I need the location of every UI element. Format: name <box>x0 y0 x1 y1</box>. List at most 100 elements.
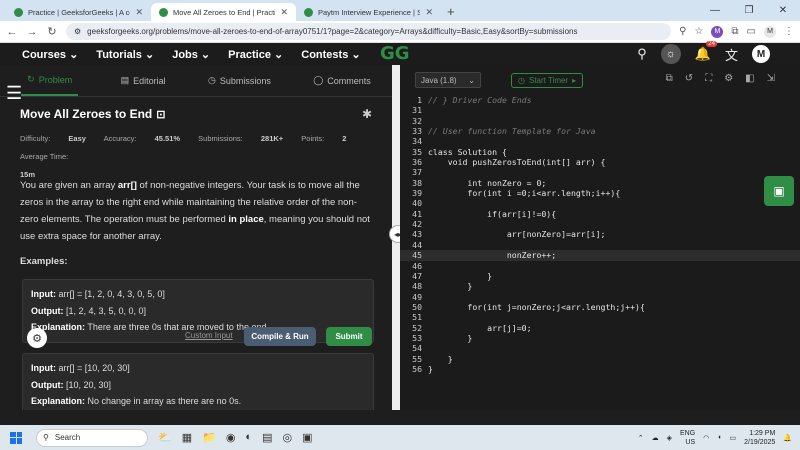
volume-icon[interactable]: ◖ <box>717 434 721 441</box>
code-line[interactable]: 33 // User function Template for Java <box>400 126 800 136</box>
profile-avatar[interactable]: M <box>764 25 776 38</box>
bookmark-icon[interactable]: ⊡ <box>156 108 165 121</box>
nav-courses[interactable]: Courses ⌄ <box>22 48 78 61</box>
search-icon[interactable]: ⚲ <box>637 46 647 62</box>
code-line[interactable]: 54 <box>400 343 800 353</box>
code-line[interactable]: 1 // } Driver Code Ends <box>400 95 800 105</box>
code-line[interactable]: 52 arr[j]=0; <box>400 323 800 333</box>
menu-kebab-icon[interactable]: ⋮ <box>784 26 794 37</box>
app-icon[interactable]: ▣ <box>302 431 312 444</box>
settings-icon[interactable]: ⚙ <box>724 73 733 84</box>
meet-icon[interactable]: ◉ <box>226 431 236 444</box>
code-line[interactable]: 46 <box>400 261 800 271</box>
code-line[interactable]: 38 int nonZero = 0; <box>400 178 800 188</box>
close-tab-icon[interactable]: ✕ <box>280 7 288 18</box>
code-line[interactable]: 44 <box>400 240 800 250</box>
restore-button[interactable]: ❐ <box>732 5 766 16</box>
code-line[interactable]: 31 <box>400 105 800 115</box>
code-line[interactable]: 42 <box>400 219 800 229</box>
start-timer-button[interactable]: ◷ Start Timer ▸ <box>511 72 584 88</box>
code-line[interactable]: 55 } <box>400 354 800 364</box>
nav-jobs[interactable]: Jobs ⌄ <box>172 48 210 61</box>
code-line[interactable]: 48 } <box>400 281 800 291</box>
app-tray-icon[interactable]: ◈ <box>667 434 672 442</box>
copy-icon[interactable]: ⧉ <box>666 73 673 84</box>
code-line[interactable]: 49 <box>400 292 800 302</box>
gfg-logo[interactable]: GG <box>380 43 410 64</box>
task-view-icon[interactable]: ▦ <box>182 431 192 444</box>
nav-practice[interactable]: Practice ⌄ <box>228 48 283 61</box>
cloud-icon[interactable]: ☁ <box>652 434 659 442</box>
bookmark-star-icon[interactable]: ☆ <box>694 26 703 37</box>
zoom-icon[interactable]: ⚲ <box>679 26 686 37</box>
close-tab-icon[interactable]: ✕ <box>135 7 143 18</box>
close-window-button[interactable]: ✕ <box>766 5 800 16</box>
code-area[interactable]: 1 // } Driver Code Ends 31 32 33 // User func… <box>400 95 800 374</box>
custom-input-link[interactable]: Custom Input <box>185 331 233 340</box>
editor-settings-icon[interactable]: ⚙ <box>27 328 47 348</box>
code-line[interactable]: 32 <box>400 116 800 126</box>
report-bug-icon[interactable]: ✱ <box>362 107 372 121</box>
code-line[interactable]: 45 nonZero++; <box>400 250 800 261</box>
chat-icon[interactable]: ▣ <box>764 176 794 206</box>
expand-icon[interactable]: ⇲ <box>767 73 775 84</box>
user-avatar[interactable]: M <box>752 45 770 63</box>
chrome-icon[interactable]: ◎ <box>282 431 292 444</box>
tab-submissions[interactable]: ◷ Submissions <box>208 75 271 86</box>
tray-chevron-icon[interactable]: ⌃ <box>638 434 644 442</box>
tab-comments[interactable]: ◯ Comments <box>313 75 371 86</box>
code-line[interactable]: 40 <box>400 198 800 208</box>
store-icon[interactable]: ▤ <box>262 431 272 444</box>
compare-icon[interactable]: ◧ <box>745 73 754 84</box>
code-line[interactable]: 47 } <box>400 271 800 281</box>
compile-run-button[interactable]: Compile & Run <box>244 327 316 346</box>
code-line[interactable]: 53 } <box>400 333 800 343</box>
minimize-button[interactable]: — <box>698 5 732 16</box>
close-tab-icon[interactable]: ✕ <box>425 7 433 18</box>
new-tab-button[interactable]: + <box>447 4 455 19</box>
wifi-icon[interactable]: ◠ <box>703 434 709 442</box>
reset-icon[interactable]: ↺ <box>685 73 693 84</box>
language-select[interactable]: Java (1.8) ⌄ <box>415 72 481 88</box>
fullscreen-icon[interactable]: ⛶ <box>705 73 712 84</box>
language-indicator[interactable]: ENG US <box>680 429 695 447</box>
windows-start-icon[interactable] <box>10 431 22 444</box>
back-arrow-icon[interactable]: ← <box>6 26 18 38</box>
nav-tutorials[interactable]: Tutorials ⌄ <box>96 48 154 61</box>
nav-contests[interactable]: Contests ⌄ <box>301 48 360 61</box>
tab-problem[interactable]: ↻ Problem <box>21 65 79 96</box>
submit-button[interactable]: Submit <box>326 327 372 346</box>
code-line[interactable]: 51 <box>400 312 800 322</box>
code-line[interactable]: 50 for(int j=nonZero;j<arr.length;j++){ <box>400 302 800 312</box>
clock[interactable]: 1:29 PM 2/19/2025 <box>744 429 775 447</box>
hamburger-menu-icon[interactable]: ☰ <box>6 83 22 104</box>
browser-tab-active[interactable]: Move All Zeroes to End | Practic ✕ <box>151 3 296 21</box>
sidepanel-icon[interactable]: ▭ <box>747 26 756 37</box>
code-line[interactable]: 36 void pushZerosToEnd(int[] arr) { <box>400 157 800 167</box>
theme-toggle-icon[interactable]: ☼ <box>660 44 681 64</box>
notification-bell-icon[interactable]: 🔔 24 <box>695 41 717 62</box>
extension-avatar[interactable]: M <box>711 25 724 38</box>
edge-icon[interactable]: ◐ <box>245 431 252 444</box>
code-line[interactable]: 56} <box>400 364 800 374</box>
forward-arrow-icon[interactable]: → <box>26 26 38 38</box>
tab-editorial[interactable]: ▤ Editorial <box>121 75 166 86</box>
code-line[interactable]: 43 arr[nonZero]=arr[i]; <box>400 229 800 239</box>
reload-icon[interactable]: ↻ <box>46 25 58 38</box>
widgets-icon[interactable]: ⛅ <box>158 431 172 444</box>
code-line[interactable]: 37 <box>400 167 800 177</box>
browser-tab[interactable]: Practice | GeeksforGeeks | A co ✕ <box>6 3 151 21</box>
battery-icon[interactable]: ▭ <box>730 434 737 442</box>
code-line[interactable]: 41 if(arr[i]!=0){ <box>400 209 800 219</box>
code-line[interactable]: 39 for(int i =0;i<arr.length;i++){ <box>400 188 800 198</box>
site-info-icon[interactable]: ⚙ <box>74 27 81 36</box>
notifications-icon[interactable]: 🔔 <box>783 434 792 442</box>
code-line[interactable]: 35 class Solution { <box>400 147 800 157</box>
extensions-icon[interactable]: ⧉ <box>731 26 738 37</box>
translate-icon[interactable]: 文 <box>725 45 738 64</box>
url-input[interactable]: ⚙ geeksforgeeks.org/problems/move-all-ze… <box>66 23 672 40</box>
taskbar-search-input[interactable]: ⚲ Search <box>36 428 148 447</box>
file-explorer-icon[interactable]: 📁 <box>202 431 216 444</box>
code-line[interactable]: 34 <box>400 136 800 146</box>
browser-tab[interactable]: Paytm Interview Experience | Se ✕ <box>296 3 441 21</box>
